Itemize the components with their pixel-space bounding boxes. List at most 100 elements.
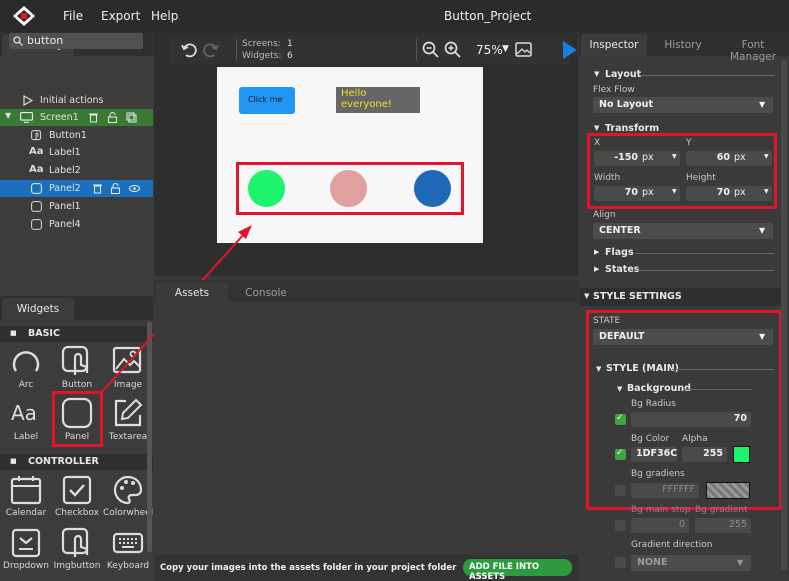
style-main-header[interactable]: STYLE (MAIN) [606,363,679,374]
bg-grad-stop-input[interactable]: 255 [695,518,751,533]
zoom-in-icon[interactable] [444,41,461,58]
widget-dropdown[interactable]: Dropdown [1,527,51,575]
bg-main-stop-input[interactable]: 0 [631,518,689,533]
flags-header[interactable]: Flags [605,247,634,258]
tab-history[interactable]: History [651,34,715,56]
bg-grad-stop-value: 255 [728,519,747,530]
menu-export[interactable]: Export [101,9,140,23]
zoom-level[interactable]: 75% [476,43,503,57]
state-value: DEFAULT [599,331,645,342]
toolbar-divider [236,39,237,61]
tab-widgets[interactable]: Widgets [2,298,74,320]
tab-inspector[interactable]: Inspector [581,34,647,56]
state-dropdown[interactable]: DEFAULT ▼ [593,329,773,345]
widget-checkbox[interactable]: Checkbox [52,474,102,522]
y-unit: px [734,152,746,163]
hierarchy-search-input[interactable]: button [9,33,143,49]
screen-preview[interactable]: Click me Hello everyone! [217,67,483,243]
y-input[interactable]: 60 px ▼ [686,151,772,166]
run-play-icon[interactable] [562,40,578,60]
align-dropdown[interactable]: CENTER ▼ [593,223,773,239]
section-controller[interactable]: ■ CONTROLLER [0,454,153,470]
panel-icon [31,201,42,212]
copy-icon[interactable] [126,112,137,123]
layout-header[interactable]: Layout [605,69,641,80]
inspector-scrollbar[interactable] [781,60,787,570]
collapse-arrow-icon: ■ [10,457,17,465]
tab-assets[interactable]: Assets [156,282,228,304]
widgets-scrollbar[interactable] [147,322,152,552]
bg-stop-checkbox[interactable] [615,520,626,531]
bg-color-swatch[interactable] [733,446,750,463]
collapse-arrow-icon: ▼ [584,292,590,300]
preview-label[interactable]: Hello everyone! [336,87,420,113]
button-icon [31,130,42,141]
widget-image[interactable]: Image [103,345,153,393]
menu-file[interactable]: File [63,9,83,23]
widget-label[interactable]: Aa Label [1,397,51,445]
tree-item-panel4[interactable]: Panel4 [0,216,153,233]
widget-textarea[interactable]: Textarea [103,397,153,445]
unlock-icon[interactable] [107,112,118,123]
tree-item-label2[interactable]: Aa Label2 [0,162,153,179]
tree-item-label: Panel2 [49,183,81,194]
widget-label: Textarea [108,432,148,442]
undo-icon[interactable] [180,41,198,59]
preview-button[interactable]: Click me [239,87,295,114]
alpha-input[interactable]: 255 [682,447,727,462]
section-basic[interactable]: ■ BASIC [0,326,153,342]
bg-radius-input[interactable]: 70 [631,412,751,427]
image-icon[interactable] [515,41,532,58]
trash-icon[interactable] [88,112,99,123]
tree-item-initial-actions[interactable]: Initial actions [0,92,153,109]
menu-help[interactable]: Help [151,9,178,23]
zoom-dropdown-icon[interactable]: ▼ [502,44,509,54]
trash-icon[interactable] [92,183,103,194]
panel-widget-highlight [52,391,103,447]
style-settings-bar[interactable]: ▼ STYLE SETTINGS [579,288,784,306]
widget-label-text: Label [13,432,39,442]
tab-console[interactable]: Console [230,282,302,304]
checkbox-icon [62,475,92,505]
collapse-arrow-icon: ▼ [617,385,623,393]
width-input[interactable]: 70 px ▼ [594,186,680,201]
widget-arc[interactable]: Arc [1,345,51,393]
x-input[interactable]: -150 px ▼ [594,151,680,166]
tree-item-panel2[interactable]: Panel2 [0,180,153,197]
canvas-toolbar: Screens: 1 Widgets: 6 75% ▼ [170,36,570,64]
divider [684,389,752,390]
gradient-direction-dropdown[interactable]: NONE ▼ [631,555,751,571]
redo-icon[interactable] [202,41,220,59]
tree-item-button1[interactable]: Button1 [0,127,153,144]
flex-flow-dropdown[interactable]: No Layout ▼ [593,97,773,113]
arc-icon [12,351,40,372]
x-unit: px [642,152,654,163]
widget-keyboard[interactable]: Keyboard [103,527,153,575]
bg-gradient-swatch[interactable] [706,482,750,499]
tree-item-panel1[interactable]: Panel1 [0,198,153,215]
bg-gradient-input[interactable]: FFFFFF [631,483,699,498]
bg-color-input[interactable]: 1DF36C [631,447,677,462]
add-file-button[interactable]: ADD FILE INTO ASSETS [463,559,572,581]
tab-font-manager[interactable]: Font Manager [717,34,789,63]
expand-arrow-icon: ▼ [5,111,12,120]
widget-imgbutton[interactable]: Imgbutton [52,527,102,575]
tree-item-screen1[interactable]: ▼ Screen1 [0,109,153,126]
background-header[interactable]: Background [627,383,691,394]
zoom-out-icon[interactable] [422,41,439,58]
unlock-icon[interactable] [110,183,121,194]
widget-colorwheel[interactable]: Colorwheel [103,474,153,522]
height-input[interactable]: 70 px ▼ [686,186,772,201]
bg-radius-checkbox[interactable]: ✓ [615,413,626,425]
panel-icon [31,219,42,230]
widget-button[interactable]: Button [52,345,102,393]
widget-calendar[interactable]: Calendar [1,474,51,522]
states-header[interactable]: States [605,264,639,275]
bg-gradient-checkbox[interactable] [615,485,626,496]
eye-icon[interactable] [129,183,140,194]
bg-gradient-value: FFFFFF [662,484,695,495]
tree-item-label1[interactable]: Aa Label1 [0,144,153,161]
gradient-direction-checkbox[interactable] [615,557,626,568]
screen-icon [20,112,33,123]
bg-color-checkbox[interactable]: ✓ [615,448,626,460]
